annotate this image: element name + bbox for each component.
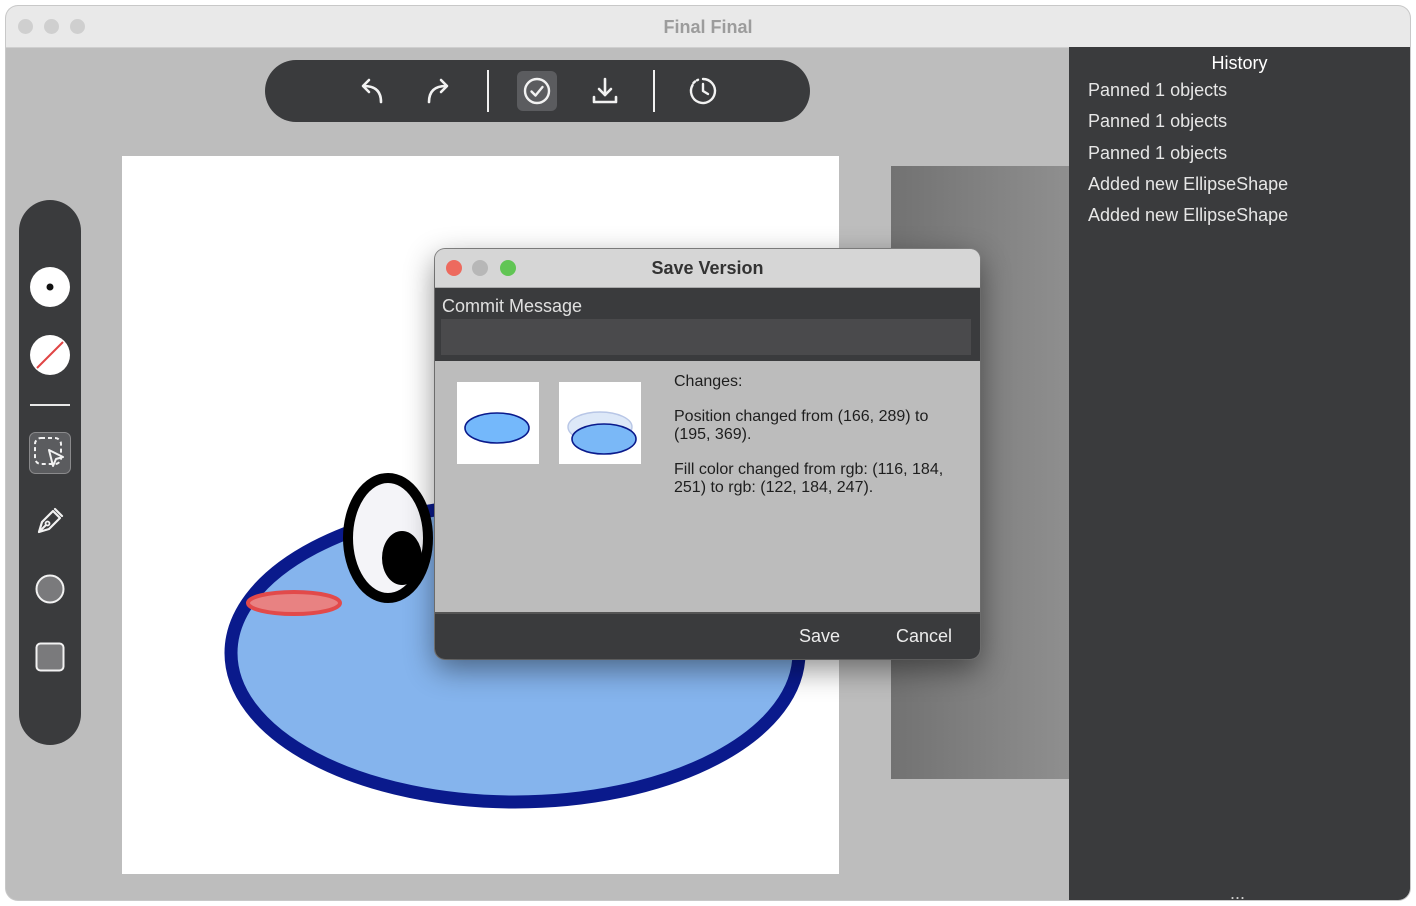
blush-shape	[246, 590, 342, 616]
history-list: Panned 1 objects Panned 1 objects Panned…	[1088, 75, 1288, 231]
clock-history-icon	[689, 77, 717, 105]
ellipse-tool-icon	[35, 574, 65, 604]
save-version-dialog: Save Version Commit Message Changes: Pos…	[435, 249, 980, 659]
toolbar-divider	[487, 70, 489, 112]
commit-message-label: Commit Message	[442, 296, 583, 316]
changes-summary: Changes: Position changed from (166, 289…	[674, 373, 964, 514]
history-item[interactable]: Panned 1 objects	[1088, 106, 1288, 137]
position-change-text: Position changed from (166, 289) to (195…	[674, 408, 929, 443]
changes-heading: Changes:	[674, 373, 743, 390]
save-button[interactable]: Save	[799, 626, 840, 647]
no-stroke-icon	[30, 335, 70, 375]
undo-arrow-icon	[361, 78, 383, 104]
ellipse-tool-button[interactable]	[29, 568, 71, 610]
eye-white-shape	[343, 473, 433, 603]
before-thumbnail	[457, 382, 539, 464]
history-item[interactable]: Panned 1 objects	[1088, 138, 1288, 169]
redo-button[interactable]	[419, 71, 459, 111]
download-icon	[592, 77, 618, 104]
history-title: History	[1211, 53, 1268, 73]
rectangle-tool-icon	[35, 642, 65, 672]
history-item[interactable]: Added new EllipseShape	[1088, 169, 1288, 200]
download-button[interactable]	[585, 71, 625, 111]
dialog-footer: Save Cancel	[435, 612, 980, 659]
history-button[interactable]	[683, 71, 723, 111]
check-circle-icon	[523, 77, 551, 105]
more-dots-icon[interactable]: ...	[1230, 883, 1245, 900]
commit-message-section: Commit Message	[435, 288, 980, 361]
pen-tool-icon	[37, 507, 64, 534]
pen-tool-button[interactable]	[29, 500, 71, 542]
toolbar-divider	[653, 70, 655, 112]
tools-divider	[30, 404, 70, 406]
rectangle-tool-button[interactable]	[29, 636, 71, 678]
tool-palette	[19, 200, 81, 745]
history-item[interactable]: Added new EllipseShape	[1088, 200, 1288, 231]
fill-color-dot-icon	[30, 267, 70, 307]
fill-color-swatch[interactable]	[29, 266, 71, 308]
history-item[interactable]: Panned 1 objects	[1088, 75, 1288, 106]
commit-version-button[interactable]	[517, 71, 557, 111]
top-toolbar	[265, 60, 810, 122]
cancel-button[interactable]: Cancel	[896, 626, 952, 647]
pupil-shape	[382, 531, 422, 585]
window-title: Final Final	[663, 17, 753, 37]
history-sidebar: History Panned 1 objects Panned 1 object…	[1069, 47, 1410, 900]
changes-section: Changes: Position changed from (166, 289…	[435, 361, 980, 614]
after-thumbnail	[559, 382, 641, 464]
after-ellipse-preview	[567, 411, 637, 455]
title-bar: Final Final	[6, 6, 1410, 48]
before-ellipse-preview	[464, 412, 530, 444]
app-window: Final Final History Panned 1 objects Pan…	[6, 6, 1410, 900]
stroke-color-swatch[interactable]	[29, 334, 71, 376]
select-pointer-icon	[29, 432, 71, 474]
select-tool-button[interactable]	[29, 432, 71, 474]
dialog-title-bar: Save Version	[435, 249, 980, 288]
commit-message-input[interactable]	[441, 319, 971, 355]
fill-color-change-text: Fill color changed from rgb: (116, 184, …	[674, 461, 944, 496]
undo-button[interactable]	[351, 71, 391, 111]
redo-arrow-icon	[427, 78, 449, 104]
dialog-title: Save Version	[651, 258, 764, 278]
